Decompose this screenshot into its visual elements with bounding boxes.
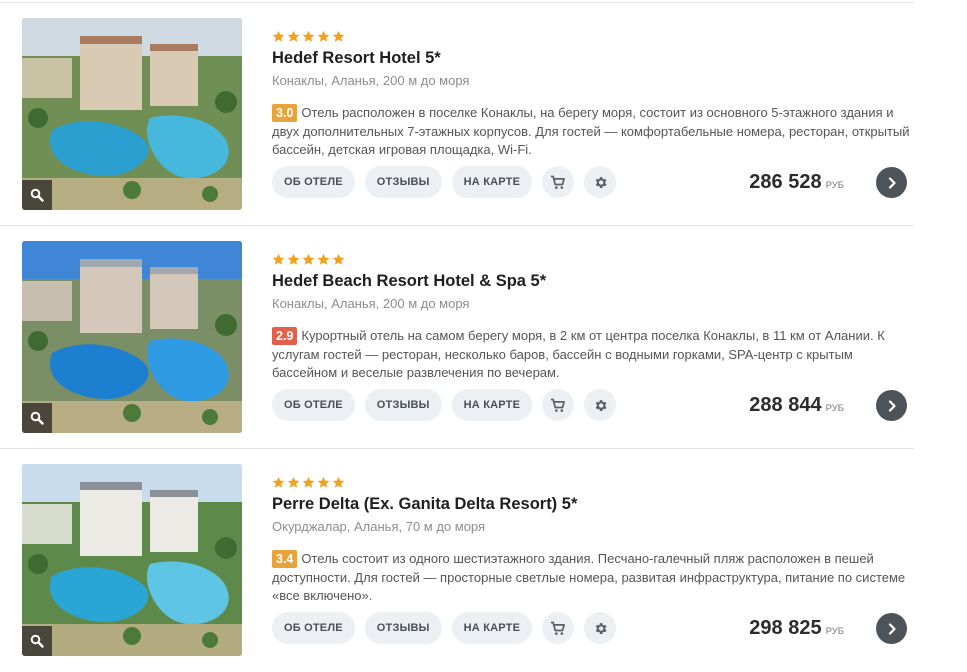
price-value: 288 844 <box>749 394 822 416</box>
cart-icon <box>551 621 566 635</box>
star-icon <box>272 253 285 265</box>
on-map-button[interactable]: НА КАРТЕ <box>451 612 533 644</box>
hotel-photo-image <box>22 464 242 656</box>
hotel-title[interactable]: Hedef Resort Hotel 5* <box>272 49 441 68</box>
star-icon <box>302 476 315 488</box>
magnifier-icon <box>30 634 44 648</box>
action-buttons: ОБ ОТЕЛЕ ОТЗЫВЫ НА КАРТЕ <box>272 166 617 198</box>
gear-icon <box>595 399 607 411</box>
cart-button[interactable] <box>542 389 575 421</box>
price-value: 298 825 <box>749 617 822 639</box>
gear-icon <box>595 176 607 188</box>
star-rating <box>272 476 345 489</box>
zoom-button[interactable] <box>22 180 52 210</box>
hotel-card: Perre Delta (Ex. Ganita Delta Resort) 5*… <box>0 449 914 672</box>
hotel-location: Конаклы, Аланья, 200 м до моря <box>272 296 470 311</box>
hotel-title[interactable]: Perre Delta (Ex. Ganita Delta Resort) 5* <box>272 495 577 514</box>
star-icon <box>287 30 300 42</box>
action-buttons: ОБ ОТЕЛЕ ОТЗЫВЫ НА КАРТЕ <box>272 389 617 421</box>
open-hotel-button[interactable] <box>876 613 907 644</box>
price-currency: РУБ <box>825 626 844 637</box>
hotel-location: Конаклы, Аланья, 200 м до моря <box>272 73 470 88</box>
star-icon <box>287 253 300 265</box>
about-hotel-button[interactable]: ОБ ОТЕЛЕ <box>272 166 355 198</box>
hotel-card: Hedef Beach Resort Hotel & Spa 5* Конакл… <box>0 226 914 449</box>
price-currency: РУБ <box>825 403 844 414</box>
description-text: Отель расположен в поселке Конаклы, на б… <box>272 105 910 158</box>
price-value: 286 528 <box>749 171 822 193</box>
hotel-description: 3.4 Отель состоит из одного шестиэтажного… <box>272 550 912 606</box>
star-icon <box>287 476 300 488</box>
star-icon <box>332 30 345 42</box>
star-icon <box>272 476 285 488</box>
star-icon <box>302 30 315 42</box>
magnifier-icon <box>30 411 44 425</box>
settings-button[interactable] <box>584 166 617 198</box>
hotel-photo[interactable] <box>22 464 242 656</box>
star-icon <box>317 30 330 42</box>
hotel-photo-image <box>22 241 242 433</box>
reviews-button[interactable]: ОТЗЫВЫ <box>364 612 442 644</box>
hotel-photo[interactable] <box>22 241 242 433</box>
hotel-description: 3.0 Отель расположен в поселке Конаклы, н… <box>272 104 912 160</box>
magnifier-icon <box>30 188 44 202</box>
cart-icon <box>551 175 566 189</box>
about-hotel-button[interactable]: ОБ ОТЕЛЕ <box>272 389 355 421</box>
settings-button[interactable] <box>584 612 617 644</box>
cart-icon <box>551 398 566 412</box>
price-currency: РУБ <box>825 180 844 191</box>
settings-button[interactable] <box>584 389 617 421</box>
price: 286 528 РУБ <box>749 171 844 194</box>
star-icon <box>317 253 330 265</box>
hotel-description: 2.9 Курортный отель на самом берегу моря,… <box>272 327 912 383</box>
reviews-button[interactable]: ОТЗЫВЫ <box>364 389 442 421</box>
open-hotel-button[interactable] <box>876 390 907 421</box>
zoom-button[interactable] <box>22 626 52 656</box>
rating-badge: 3.0 <box>272 104 298 122</box>
hotel-card: Hedef Resort Hotel 5* Конаклы, Аланья, 2… <box>0 3 914 226</box>
star-icon <box>272 30 285 42</box>
hotel-location: Окурджалар, Аланья, 70 м до моря <box>272 519 486 534</box>
open-hotel-button[interactable] <box>876 167 907 198</box>
card-divider <box>0 225 914 226</box>
chevron-right-icon <box>888 399 896 412</box>
action-buttons: ОБ ОТЕЛЕ ОТЗЫВЫ НА КАРТЕ <box>272 612 617 644</box>
hotel-photo-image <box>22 18 242 210</box>
star-rating <box>272 253 345 266</box>
gear-icon <box>595 622 607 634</box>
hotel-title[interactable]: Hedef Beach Resort Hotel & Spa 5* <box>272 272 546 291</box>
description-text: Курортный отель на самом берегу моря, в … <box>272 328 885 381</box>
reviews-button[interactable]: ОТЗЫВЫ <box>364 166 442 198</box>
card-divider <box>0 448 914 449</box>
star-icon <box>302 253 315 265</box>
price: 288 844 РУБ <box>749 394 844 417</box>
about-hotel-button[interactable]: ОБ ОТЕЛЕ <box>272 612 355 644</box>
chevron-right-icon <box>888 622 896 635</box>
on-map-button[interactable]: НА КАРТЕ <box>451 166 533 198</box>
star-rating <box>272 30 345 43</box>
star-icon <box>332 476 345 488</box>
chevron-right-icon <box>888 176 896 189</box>
on-map-button[interactable]: НА КАРТЕ <box>451 389 533 421</box>
star-icon <box>317 476 330 488</box>
rating-badge: 2.9 <box>272 327 298 345</box>
cart-button[interactable] <box>542 612 575 644</box>
star-icon <box>332 253 345 265</box>
rating-badge: 3.4 <box>272 550 298 568</box>
cart-button[interactable] <box>542 166 575 198</box>
zoom-button[interactable] <box>22 403 52 433</box>
hotel-photo[interactable] <box>22 18 242 210</box>
price: 298 825 РУБ <box>749 617 844 640</box>
description-text: Отель состоит из одного шестиэтажного зд… <box>272 551 906 604</box>
